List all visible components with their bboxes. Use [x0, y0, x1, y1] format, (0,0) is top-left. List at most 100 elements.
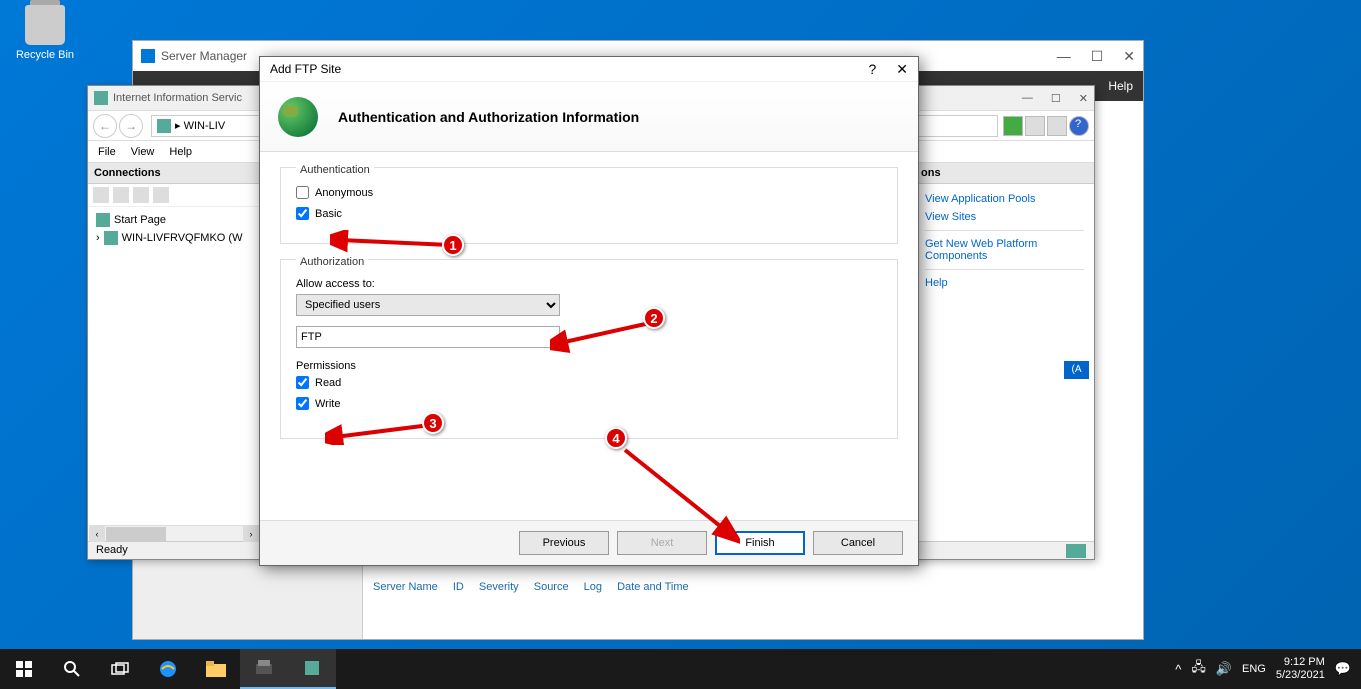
- dialog-heading: Authentication and Authorization Informa…: [338, 109, 639, 125]
- read-label: Read: [315, 377, 341, 389]
- annotation-2: 2: [643, 307, 665, 329]
- server-manager-taskbar-icon[interactable]: [240, 649, 288, 689]
- authentication-group: Authentication Anonymous Basic: [280, 167, 898, 244]
- view-menu[interactable]: View: [131, 146, 155, 158]
- scroll-right-icon[interactable]: ›: [243, 526, 259, 542]
- iis-taskbar-icon[interactable]: [288, 649, 336, 689]
- breadcrumb-text: WIN-LIV: [184, 120, 226, 132]
- help-icon[interactable]: ?: [868, 61, 876, 78]
- finish-button[interactable]: Finish: [715, 531, 805, 555]
- help-menu[interactable]: Help: [1108, 79, 1133, 93]
- help-link[interactable]: Help: [925, 274, 1084, 292]
- maximize-icon[interactable]: ☐: [1091, 48, 1104, 65]
- maximize-icon[interactable]: ☐: [1051, 92, 1061, 105]
- forward-button[interactable]: →: [119, 114, 143, 138]
- taskbar: ^ 🖧 🔊 ENG 9:12 PM 5/23/2021 💬: [0, 649, 1361, 689]
- anonymous-checkbox[interactable]: [296, 186, 309, 199]
- connections-header: Connections: [88, 163, 259, 184]
- cancel-button[interactable]: Cancel: [813, 531, 903, 555]
- events-columns: Server Name ID Severity Source Log Date …: [373, 581, 1133, 593]
- close-icon[interactable]: ✕: [1079, 92, 1088, 105]
- recycle-bin-label: Recycle Bin: [10, 49, 80, 61]
- globe-icon: [278, 97, 318, 137]
- view-pools-link[interactable]: View Application Pools: [925, 190, 1084, 208]
- get-platform-link[interactable]: Get New Web Platform Components: [925, 235, 1084, 265]
- stop-icon[interactable]: [1025, 116, 1045, 136]
- ie-taskbar-icon[interactable]: [144, 649, 192, 689]
- back-button[interactable]: ←: [93, 114, 117, 138]
- clock-time: 9:12 PM: [1276, 656, 1325, 669]
- annotation-4: 4: [605, 427, 627, 449]
- connections-panel: Connections Start Page › WIN-LIVFRVQFMKO…: [88, 163, 260, 541]
- status-icon: [1066, 544, 1086, 558]
- disconnect-icon[interactable]: [133, 187, 149, 203]
- authorization-group: Authorization Allow access to: Specified…: [280, 259, 898, 439]
- scroll-thumb[interactable]: [106, 527, 166, 541]
- write-checkbox[interactable]: [296, 397, 309, 410]
- status-text: Ready: [96, 544, 128, 557]
- auth-group-label: Authentication: [296, 164, 374, 176]
- explorer-taskbar-icon[interactable]: [192, 649, 240, 689]
- recycle-bin[interactable]: Recycle Bin: [10, 5, 80, 61]
- notifications-icon[interactable]: 💬: [1335, 661, 1351, 677]
- help-icon[interactable]: [1069, 116, 1089, 136]
- up-icon[interactable]: [153, 187, 169, 203]
- close-icon[interactable]: ✕: [1123, 48, 1135, 65]
- breadcrumb-icon: [157, 119, 171, 133]
- search-button[interactable]: [48, 649, 96, 689]
- server-icon: [104, 231, 118, 245]
- view-sites-link[interactable]: View Sites: [925, 208, 1084, 226]
- start-button[interactable]: [0, 649, 48, 689]
- connections-toolbar: [88, 184, 259, 207]
- write-checkbox-row[interactable]: Write: [296, 397, 882, 410]
- scroll-left-icon[interactable]: ‹: [89, 526, 105, 542]
- write-label: Write: [315, 398, 340, 410]
- tree-start-page[interactable]: Start Page: [88, 211, 259, 229]
- page-icon: [96, 213, 110, 227]
- basic-label: Basic: [315, 208, 342, 220]
- tray-up-icon[interactable]: ^: [1175, 662, 1181, 677]
- basic-checkbox-row[interactable]: Basic: [296, 207, 882, 220]
- actions-header: ons: [915, 163, 1094, 184]
- permissions-label: Permissions: [296, 360, 882, 372]
- network-icon[interactable]: 🖧: [1191, 658, 1206, 680]
- file-menu[interactable]: File: [98, 146, 116, 158]
- iis-icon: [94, 91, 108, 105]
- next-button: Next: [617, 531, 707, 555]
- read-checkbox-row[interactable]: Read: [296, 376, 882, 389]
- save-icon[interactable]: [113, 187, 129, 203]
- minimize-icon[interactable]: —: [1057, 48, 1071, 65]
- tree-h-scrollbar[interactable]: ‹ ›: [89, 525, 259, 541]
- minimize-icon[interactable]: —: [1022, 92, 1033, 105]
- allow-access-select[interactable]: Specified users: [296, 294, 560, 316]
- clock[interactable]: 9:12 PM 5/23/2021: [1276, 656, 1325, 682]
- refresh-icon[interactable]: [1003, 116, 1023, 136]
- expand-icon[interactable]: ›: [96, 232, 100, 244]
- add-ftp-site-dialog: Add FTP Site ? ✕ Authentication and Auth…: [259, 56, 919, 566]
- dialog-title: Add FTP Site: [270, 62, 341, 76]
- recycle-bin-icon: [25, 5, 65, 45]
- language-indicator[interactable]: ENG: [1242, 663, 1266, 675]
- home-icon[interactable]: [1047, 116, 1067, 136]
- anonymous-checkbox-row[interactable]: Anonymous: [296, 186, 882, 199]
- tree-server-node[interactable]: › WIN-LIVFRVQFMKO (W: [88, 229, 259, 247]
- help-menu[interactable]: Help: [169, 146, 192, 158]
- dialog-header: Authentication and Authorization Informa…: [260, 82, 918, 152]
- actions-panel: ons View Application Pools View Sites Ge…: [914, 163, 1094, 541]
- dialog-titlebar[interactable]: Add FTP Site ? ✕: [260, 57, 918, 82]
- server-manager-icon: [141, 49, 155, 63]
- iis-title: Internet Information Servic: [113, 92, 242, 104]
- authz-group-label: Authorization: [296, 256, 368, 268]
- connect-icon[interactable]: [93, 187, 109, 203]
- volume-icon[interactable]: 🔊: [1216, 661, 1232, 677]
- annotation-3: 3: [422, 412, 444, 434]
- read-checkbox[interactable]: [296, 376, 309, 389]
- clock-date: 5/23/2021: [1276, 669, 1325, 682]
- selection-indicator: (A: [1064, 361, 1089, 379]
- previous-button[interactable]: Previous: [519, 531, 609, 555]
- basic-checkbox[interactable]: [296, 207, 309, 220]
- task-view-button[interactable]: [96, 649, 144, 689]
- close-icon[interactable]: ✕: [896, 61, 908, 78]
- users-input[interactable]: [296, 326, 560, 348]
- connections-tree: Start Page › WIN-LIVFRVQFMKO (W: [88, 207, 259, 251]
